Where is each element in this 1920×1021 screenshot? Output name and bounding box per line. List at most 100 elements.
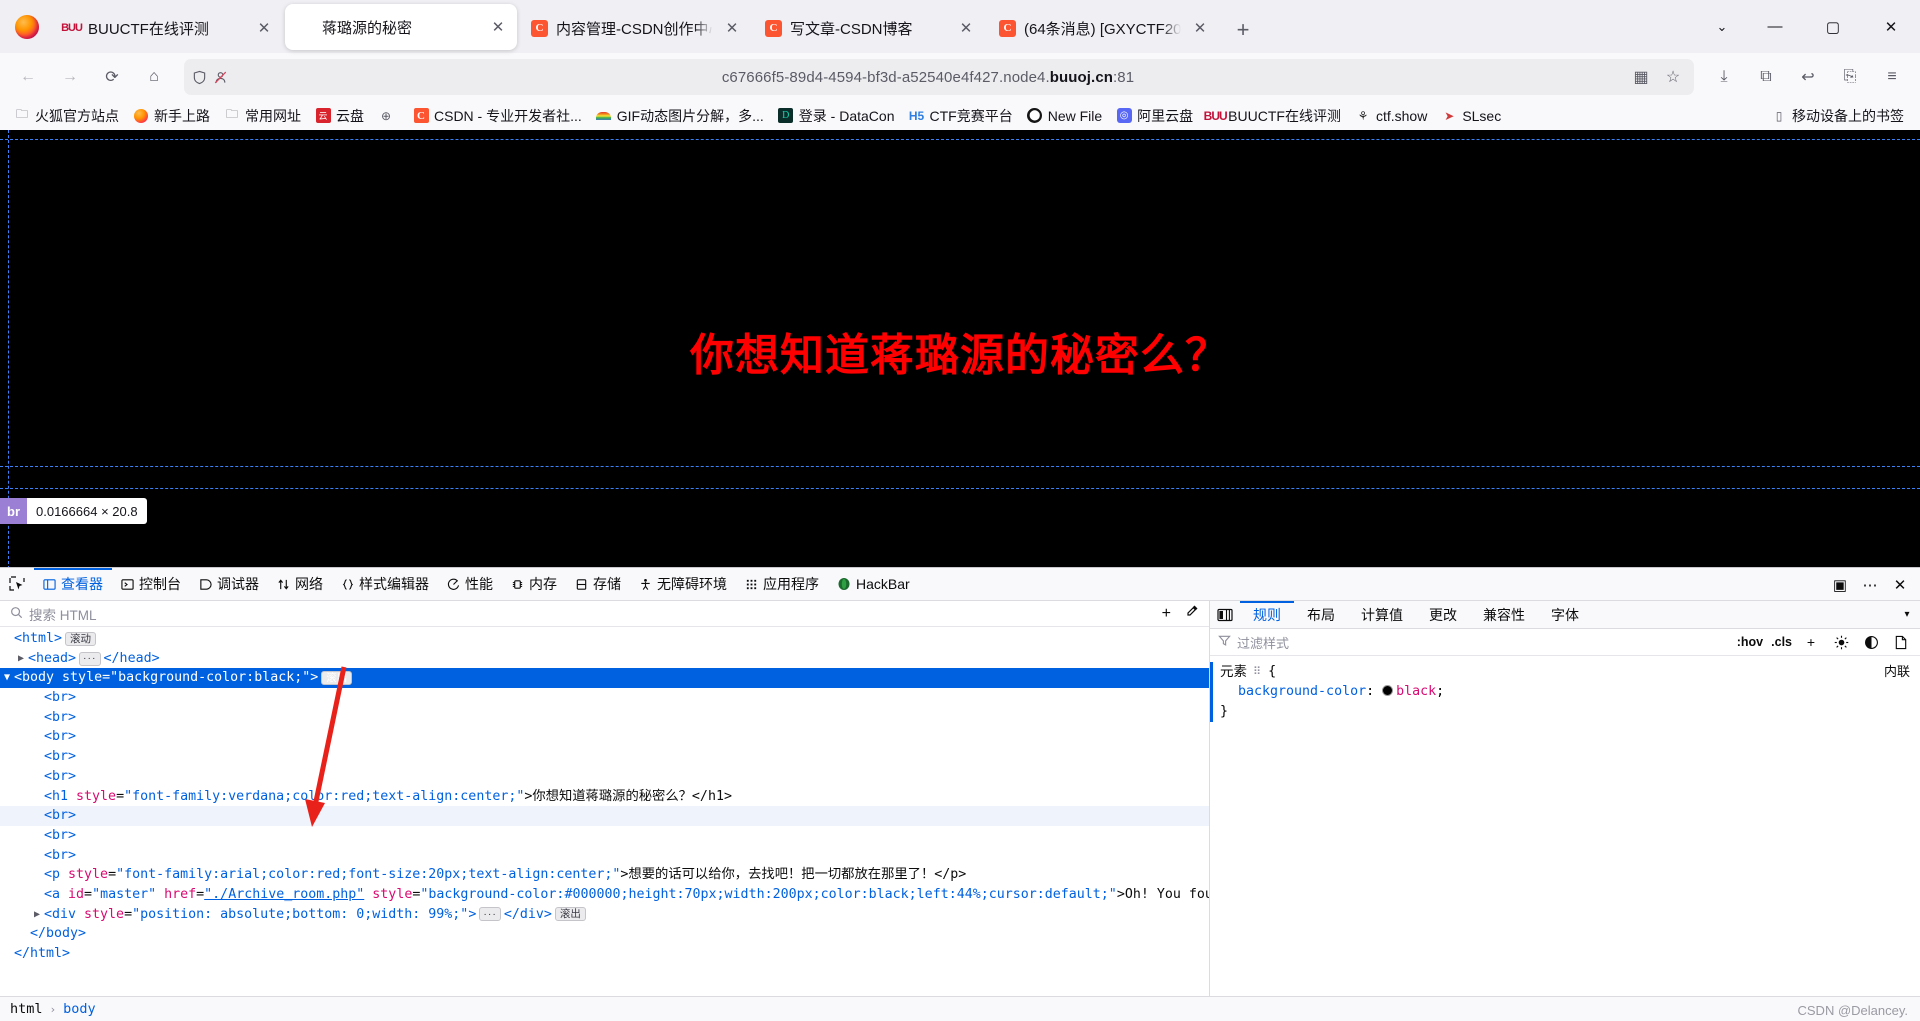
h1-style-value[interactable]: "font-family:verdana;color:red;text-alig… xyxy=(124,787,524,807)
css-declaration[interactable]: background-color: black; xyxy=(1220,682,1910,702)
markup-line-br[interactable]: <br> xyxy=(0,767,1209,787)
bookmark-item[interactable]: 🗀 常用网址 xyxy=(218,103,307,129)
devtools-tab-accessibility[interactable]: 无障碍环境 xyxy=(630,568,736,600)
div-style-value[interactable]: "position: absolute;bottom: 0;width: 99%… xyxy=(132,905,468,925)
qr-code-icon[interactable]: ▦ xyxy=(1628,64,1654,90)
back-button[interactable]: ← xyxy=(8,58,48,96)
minimize-button[interactable]: — xyxy=(1746,0,1804,53)
reload-button[interactable]: ⟳ xyxy=(92,58,132,96)
bookmark-item[interactable]: D 登录 - DataCon xyxy=(772,103,901,129)
markup-line-br[interactable]: <br> xyxy=(0,708,1209,728)
add-node-button[interactable]: + xyxy=(1162,605,1171,623)
markup-line-html[interactable]: <html> 滚动 xyxy=(0,629,1209,649)
scroll-badge[interactable]: 滚出 xyxy=(554,907,586,922)
url-bar[interactable]: c67666f5-89d4-4594-bf3d-a52540e4f427.nod… xyxy=(184,59,1694,95)
rules-tab-changes[interactable]: 更改 xyxy=(1416,601,1470,628)
scroll-badge[interactable]: 滚出 xyxy=(321,671,353,686)
extensions-icon[interactable]: ⧉ xyxy=(1746,58,1786,96)
bookmark-item[interactable]: GIF动态图片分解，多... xyxy=(590,103,770,129)
a-href-value[interactable]: "./Archive_room.php" xyxy=(204,885,364,905)
close-icon[interactable]: ✕ xyxy=(955,17,977,39)
forward-button[interactable]: → xyxy=(50,58,90,96)
sun-icon[interactable] xyxy=(1830,635,1852,650)
devtools-tab-storage[interactable]: 存储 xyxy=(566,568,630,600)
markup-line-p[interactable]: <p style = "font-family:arial;color:red;fo… xyxy=(0,865,1209,885)
tracking-protection-off-icon[interactable] xyxy=(213,70,228,85)
markup-line-body[interactable]: ▼ <body style = "background-color:black;" > 滚… xyxy=(0,668,1209,689)
body-style-value[interactable]: "background-color:black;" xyxy=(110,668,310,688)
rules-tab-layout[interactable]: 布局 xyxy=(1294,601,1348,628)
panel-toggle-icon[interactable] xyxy=(1210,601,1240,628)
p-style-value[interactable]: "font-family:arial;color:red;font-size:2… xyxy=(116,865,620,885)
div-style-attr[interactable]: style xyxy=(84,905,124,925)
list-all-tabs-icon[interactable]: ⌄ xyxy=(1698,0,1746,53)
bookmark-item[interactable]: ⚘ ctf.show xyxy=(1349,105,1433,127)
expand-twisty-icon[interactable]: ▶ xyxy=(14,649,28,669)
add-rule-button[interactable]: + xyxy=(1800,634,1822,650)
url-text[interactable]: c67666f5-89d4-4594-bf3d-a52540e4f427.nod… xyxy=(234,69,1622,86)
a-id-value[interactable]: "master" xyxy=(92,885,156,905)
bookmark-star-icon[interactable]: ☆ xyxy=(1660,64,1686,90)
markup-line-h1[interactable]: <h1 style = "font-family:verdana;color:red… xyxy=(0,787,1209,807)
bookmark-item[interactable]: ◎ 阿里云盘 xyxy=(1110,103,1199,129)
filter-styles-input[interactable]: 过滤样式 xyxy=(1218,633,1729,652)
collapsed-children-badge[interactable]: ··· xyxy=(79,651,101,666)
devtools-tab-network[interactable]: 网络 xyxy=(268,568,332,600)
bookmark-item[interactable]: 新手上路 xyxy=(127,103,216,129)
markup-line-br[interactable]: <br> xyxy=(0,747,1209,767)
bookmark-item[interactable]: ⬤ New File xyxy=(1021,105,1108,127)
css-property[interactable]: background-color xyxy=(1238,684,1366,699)
markup-line-body-close[interactable]: </body> xyxy=(0,924,1209,944)
bookmark-item[interactable]: ⊕ xyxy=(372,105,405,127)
markup-line-br[interactable]: <br> xyxy=(0,727,1209,747)
markup-line-br[interactable]: <br> xyxy=(0,846,1209,866)
browser-tab-2[interactable]: C 内容管理-CSDN创作中心 ✕ xyxy=(519,6,751,50)
expand-twisty-icon[interactable]: ▶ xyxy=(30,905,44,925)
element-picker-icon[interactable] xyxy=(0,568,34,600)
chevron-down-icon[interactable]: ▾ xyxy=(1894,601,1920,628)
maximize-button[interactable]: ▢ xyxy=(1804,0,1862,53)
app-menu-icon[interactable]: ≡ xyxy=(1872,58,1912,96)
browser-tab-0[interactable]: BUU BUUCTF在线评测 ✕ xyxy=(51,6,283,50)
home-button[interactable]: ⌂ xyxy=(134,58,174,96)
collapsed-children-badge[interactable]: ··· xyxy=(479,907,501,922)
close-icon[interactable]: ✕ xyxy=(721,17,743,39)
devtools-tab-hackbar[interactable]: HackBar xyxy=(828,568,919,600)
browser-tab-1[interactable]: 蒋璐源的秘密 ✕ xyxy=(285,4,517,50)
h1-style-attr[interactable]: style xyxy=(76,787,116,807)
markup-line-br-hovered[interactable]: <br> xyxy=(0,806,1209,826)
bookmark-item[interactable]: 云 云盘 xyxy=(309,103,370,129)
close-icon[interactable]: ✕ xyxy=(253,17,275,39)
browser-tab-4[interactable]: C (64条消息) [GXYCTF2019]Ping ✕ xyxy=(987,6,1219,50)
markup-search-bar[interactable]: 搜索 HTML + xyxy=(0,601,1209,627)
bookmark-item[interactable]: C CSDN - 专业开发者社... xyxy=(407,103,588,129)
css-value[interactable]: black xyxy=(1396,684,1436,699)
meatball-menu-icon[interactable]: ⋯ xyxy=(1856,571,1884,599)
markup-line-div[interactable]: ▶ <div style = "position: absolute;bottom: … xyxy=(0,905,1209,925)
rules-tab-computed[interactable]: 计算值 xyxy=(1348,601,1416,628)
rules-tab-compatibility[interactable]: 兼容性 xyxy=(1470,601,1538,628)
bookmark-item-mobile[interactable]: ▯ 移动设备上的书签 xyxy=(1765,103,1910,129)
a-style-attr[interactable]: style xyxy=(372,885,412,905)
a-id-attr[interactable]: id xyxy=(68,885,84,905)
devtools-tab-memory[interactable]: 内存 xyxy=(502,568,566,600)
color-swatch[interactable] xyxy=(1382,685,1394,696)
markup-line-head[interactable]: ▶ <head> ··· </head> xyxy=(0,649,1209,669)
bookmark-item[interactable]: BUU BUUCTF在线评测 xyxy=(1201,103,1347,129)
devtools-tab-inspector[interactable]: 查看器 xyxy=(34,568,112,600)
rules-tab-rules[interactable]: 规则 xyxy=(1240,601,1294,628)
close-window-button[interactable]: ✕ xyxy=(1862,0,1920,53)
markup-line-br[interactable]: <br> xyxy=(0,826,1209,846)
bookmark-item[interactable]: ➤ SLsec xyxy=(1435,105,1507,127)
downloads-icon[interactable]: ⤓ xyxy=(1704,58,1744,96)
split-console-icon[interactable]: ▣ xyxy=(1826,571,1854,599)
bookmark-item[interactable]: 🗀 火狐官方站点 xyxy=(8,103,125,129)
rule-source[interactable]: 内联 xyxy=(1884,662,1910,682)
markup-line-br[interactable]: <br> xyxy=(0,688,1209,708)
close-icon[interactable]: ✕ xyxy=(1189,17,1211,39)
p-style-attr[interactable]: style xyxy=(68,865,108,885)
devtools-tab-console[interactable]: 控制台 xyxy=(112,568,190,600)
sync-icon[interactable]: ↩ xyxy=(1788,58,1828,96)
a-style-value[interactable]: "background-color:#000000;height:70px;wi… xyxy=(420,885,1116,905)
breadcrumb-html[interactable]: html xyxy=(10,1001,43,1017)
